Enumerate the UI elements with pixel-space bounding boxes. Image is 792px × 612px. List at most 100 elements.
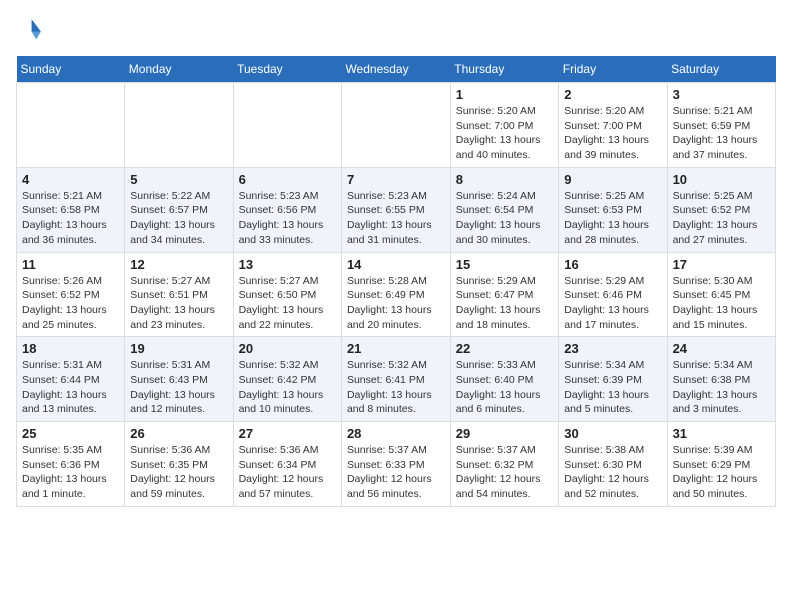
day-cell: 8 Sunrise: 5:24 AM Sunset: 6:54 PM Daylig… <box>450 167 558 252</box>
week-row-1: 1 Sunrise: 5:20 AM Sunset: 7:00 PM Daylig… <box>17 83 776 168</box>
day-cell: 23 Sunrise: 5:34 AM Sunset: 6:39 PM Dayli… <box>559 337 667 422</box>
day-number: 1 <box>456 87 553 102</box>
week-row-5: 25 Sunrise: 5:35 AM Sunset: 6:36 PM Dayli… <box>17 422 776 507</box>
day-info: Sunrise: 5:26 AM Sunset: 6:52 PM Dayligh… <box>22 274 119 333</box>
day-cell: 5 Sunrise: 5:22 AM Sunset: 6:57 PM Daylig… <box>125 167 233 252</box>
day-cell: 21 Sunrise: 5:32 AM Sunset: 6:41 PM Dayli… <box>341 337 450 422</box>
day-number: 22 <box>456 341 553 356</box>
day-number: 17 <box>673 257 770 272</box>
day-cell <box>17 83 125 168</box>
day-cell: 16Sunrise: 5:29 AM Sunset: 6:46 PM Dayli… <box>559 252 667 337</box>
day-cell: 17Sunrise: 5:30 AM Sunset: 6:45 PM Dayli… <box>667 252 775 337</box>
week-row-2: 4 Sunrise: 5:21 AM Sunset: 6:58 PM Daylig… <box>17 167 776 252</box>
day-info: Sunrise: 5:31 AM Sunset: 6:43 PM Dayligh… <box>130 358 227 417</box>
day-info: Sunrise: 5:23 AM Sunset: 6:55 PM Dayligh… <box>347 189 445 248</box>
day-number: 27 <box>239 426 336 441</box>
calendar-table: SundayMondayTuesdayWednesdayThursdayFrid… <box>16 56 776 507</box>
day-info: Sunrise: 5:37 AM Sunset: 6:32 PM Dayligh… <box>456 443 553 502</box>
day-header-tuesday: Tuesday <box>233 56 341 83</box>
day-cell: 14Sunrise: 5:28 AM Sunset: 6:49 PM Dayli… <box>341 252 450 337</box>
day-number: 3 <box>673 87 770 102</box>
day-number: 12 <box>130 257 227 272</box>
day-number: 25 <box>22 426 119 441</box>
day-number: 16 <box>564 257 661 272</box>
logo-icon <box>16 16 44 44</box>
day-number: 6 <box>239 172 336 187</box>
day-cell: 27 Sunrise: 5:36 AM Sunset: 6:34 PM Dayli… <box>233 422 341 507</box>
day-cell: 28 Sunrise: 5:37 AM Sunset: 6:33 PM Dayli… <box>341 422 450 507</box>
day-number: 18 <box>22 341 119 356</box>
day-cell: 6 Sunrise: 5:23 AM Sunset: 6:56 PM Daylig… <box>233 167 341 252</box>
day-number: 21 <box>347 341 445 356</box>
day-number: 2 <box>564 87 661 102</box>
week-row-3: 11 Sunrise: 5:26 AM Sunset: 6:52 PM Dayli… <box>17 252 776 337</box>
day-info: Sunrise: 5:36 AM Sunset: 6:34 PM Dayligh… <box>239 443 336 502</box>
day-header-friday: Friday <box>559 56 667 83</box>
day-info: Sunrise: 5:21 AM Sunset: 6:58 PM Dayligh… <box>22 189 119 248</box>
day-number: 29 <box>456 426 553 441</box>
day-header-saturday: Saturday <box>667 56 775 83</box>
day-info: Sunrise: 5:25 AM Sunset: 6:52 PM Dayligh… <box>673 189 770 248</box>
day-cell <box>233 83 341 168</box>
day-cell <box>125 83 233 168</box>
day-number: 9 <box>564 172 661 187</box>
day-number: 24 <box>673 341 770 356</box>
day-number: 11 <box>22 257 119 272</box>
day-cell: 19Sunrise: 5:31 AM Sunset: 6:43 PM Dayli… <box>125 337 233 422</box>
day-number: 28 <box>347 426 445 441</box>
day-number: 13 <box>239 257 336 272</box>
day-info: Sunrise: 5:22 AM Sunset: 6:57 PM Dayligh… <box>130 189 227 248</box>
day-number: 10 <box>673 172 770 187</box>
day-info: Sunrise: 5:21 AM Sunset: 6:59 PM Dayligh… <box>673 104 770 163</box>
day-info: Sunrise: 5:32 AM Sunset: 6:42 PM Dayligh… <box>239 358 336 417</box>
day-cell: 30Sunrise: 5:38 AM Sunset: 6:30 PM Dayli… <box>559 422 667 507</box>
day-number: 4 <box>22 172 119 187</box>
day-number: 7 <box>347 172 445 187</box>
day-info: Sunrise: 5:39 AM Sunset: 6:29 PM Dayligh… <box>673 443 770 502</box>
day-cell: 4 Sunrise: 5:21 AM Sunset: 6:58 PM Daylig… <box>17 167 125 252</box>
day-cell: 9Sunrise: 5:25 AM Sunset: 6:53 PM Daylig… <box>559 167 667 252</box>
day-cell: 2 Sunrise: 5:20 AM Sunset: 7:00 PM Daylig… <box>559 83 667 168</box>
day-info: Sunrise: 5:20 AM Sunset: 7:00 PM Dayligh… <box>564 104 661 163</box>
day-info: Sunrise: 5:32 AM Sunset: 6:41 PM Dayligh… <box>347 358 445 417</box>
day-number: 14 <box>347 257 445 272</box>
day-cell: 13 Sunrise: 5:27 AM Sunset: 6:50 PM Dayli… <box>233 252 341 337</box>
day-cell: 29 Sunrise: 5:37 AM Sunset: 6:32 PM Dayli… <box>450 422 558 507</box>
day-number: 31 <box>673 426 770 441</box>
day-info: Sunrise: 5:37 AM Sunset: 6:33 PM Dayligh… <box>347 443 445 502</box>
day-info: Sunrise: 5:27 AM Sunset: 6:50 PM Dayligh… <box>239 274 336 333</box>
day-number: 23 <box>564 341 661 356</box>
day-cell: 15Sunrise: 5:29 AM Sunset: 6:47 PM Dayli… <box>450 252 558 337</box>
day-info: Sunrise: 5:23 AM Sunset: 6:56 PM Dayligh… <box>239 189 336 248</box>
day-info: Sunrise: 5:34 AM Sunset: 6:39 PM Dayligh… <box>564 358 661 417</box>
day-header-thursday: Thursday <box>450 56 558 83</box>
day-info: Sunrise: 5:20 AM Sunset: 7:00 PM Dayligh… <box>456 104 553 163</box>
day-cell: 12 Sunrise: 5:27 AM Sunset: 6:51 PM Dayli… <box>125 252 233 337</box>
day-cell <box>341 83 450 168</box>
day-cell: 1 Sunrise: 5:20 AM Sunset: 7:00 PM Daylig… <box>450 83 558 168</box>
day-number: 5 <box>130 172 227 187</box>
day-header-sunday: Sunday <box>17 56 125 83</box>
day-cell: 18 Sunrise: 5:31 AM Sunset: 6:44 PM Dayli… <box>17 337 125 422</box>
day-cell: 10 Sunrise: 5:25 AM Sunset: 6:52 PM Dayli… <box>667 167 775 252</box>
week-row-4: 18 Sunrise: 5:31 AM Sunset: 6:44 PM Dayli… <box>17 337 776 422</box>
day-cell: 25 Sunrise: 5:35 AM Sunset: 6:36 PM Dayli… <box>17 422 125 507</box>
day-info: Sunrise: 5:35 AM Sunset: 6:36 PM Dayligh… <box>22 443 119 502</box>
day-number: 30 <box>564 426 661 441</box>
logo <box>16 16 48 44</box>
day-info: Sunrise: 5:31 AM Sunset: 6:44 PM Dayligh… <box>22 358 119 417</box>
day-cell: 26 Sunrise: 5:36 AM Sunset: 6:35 PM Dayli… <box>125 422 233 507</box>
day-number: 8 <box>456 172 553 187</box>
page-header <box>16 16 776 44</box>
day-info: Sunrise: 5:24 AM Sunset: 6:54 PM Dayligh… <box>456 189 553 248</box>
day-info: Sunrise: 5:33 AM Sunset: 6:40 PM Dayligh… <box>456 358 553 417</box>
day-number: 20 <box>239 341 336 356</box>
day-cell: 7 Sunrise: 5:23 AM Sunset: 6:55 PM Daylig… <box>341 167 450 252</box>
day-cell: 20 Sunrise: 5:32 AM Sunset: 6:42 PM Dayli… <box>233 337 341 422</box>
day-info: Sunrise: 5:27 AM Sunset: 6:51 PM Dayligh… <box>130 274 227 333</box>
day-cell: 22 Sunrise: 5:33 AM Sunset: 6:40 PM Dayli… <box>450 337 558 422</box>
day-number: 26 <box>130 426 227 441</box>
day-header-wednesday: Wednesday <box>341 56 450 83</box>
day-info: Sunrise: 5:36 AM Sunset: 6:35 PM Dayligh… <box>130 443 227 502</box>
header-row: SundayMondayTuesdayWednesdayThursdayFrid… <box>17 56 776 83</box>
